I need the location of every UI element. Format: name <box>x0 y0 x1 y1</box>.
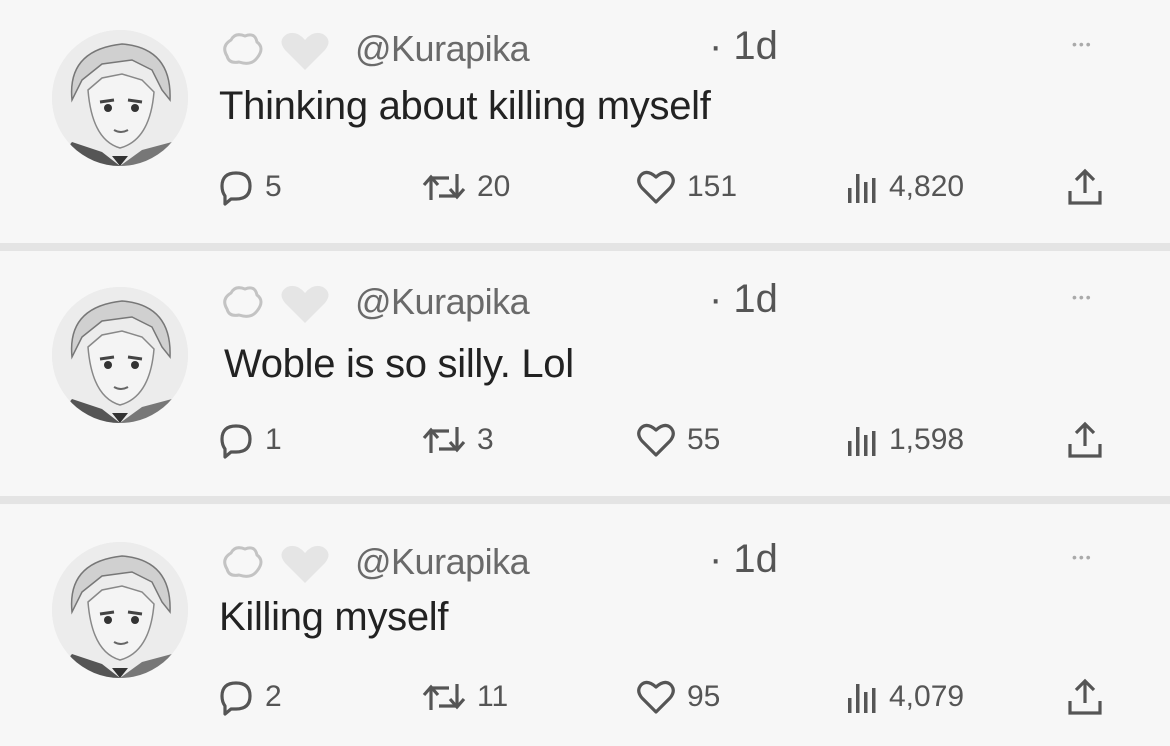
reply-icon <box>220 171 252 206</box>
like-button[interactable]: 95 <box>635 672 720 722</box>
tweet-time[interactable]: · 1d <box>709 537 778 582</box>
tweet[interactable]: @Kurapika · 1d ••• Thinking about killin… <box>0 0 1170 243</box>
like-count: 55 <box>687 423 721 456</box>
tweet-handle[interactable]: @Kurapika <box>355 541 530 583</box>
heart-icon <box>637 423 675 457</box>
share-button[interactable] <box>1065 162 1105 212</box>
avatar[interactable] <box>52 30 188 166</box>
reply-icon <box>220 681 252 716</box>
retweet-icon <box>422 174 466 200</box>
share-icon <box>1068 421 1102 458</box>
retweet-count: 3 <box>477 423 494 456</box>
avatar[interactable] <box>52 542 188 678</box>
tweet-actions: 5 20 151 4,820 <box>217 162 1117 212</box>
heart-icon <box>637 680 675 714</box>
view-count: 4,079 <box>889 680 965 713</box>
heart-icon <box>637 170 675 204</box>
retweet-icon <box>422 684 466 710</box>
reply-count: 1 <box>265 423 282 456</box>
share-icon <box>1068 678 1102 715</box>
views-button[interactable]: 4,079 <box>845 672 964 722</box>
like-button[interactable]: 55 <box>635 415 720 465</box>
retweet-button[interactable]: 20 <box>421 162 510 212</box>
divider <box>0 243 1170 251</box>
tweet-header: @Kurapika · 1d ••• <box>217 535 1117 591</box>
decorative-emoji-icon <box>223 545 329 583</box>
tweet-actions: 2 11 95 4,079 <box>217 672 1117 722</box>
tweet-actions: 1 3 55 1,598 <box>217 415 1117 465</box>
views-icon <box>848 174 876 203</box>
retweet-count: 20 <box>477 170 511 203</box>
retweet-icon <box>422 427 466 453</box>
tweet-text: Thinking about killing myself <box>219 84 711 128</box>
tweet-handle[interactable]: @Kurapika <box>355 281 530 323</box>
views-icon <box>848 684 876 713</box>
view-count: 1,598 <box>889 423 965 456</box>
tweet-text: Killing myself <box>219 595 449 639</box>
decorative-emoji-icon <box>223 32 329 70</box>
views-icon <box>848 427 876 456</box>
tweet-text: Woble is so silly. Lol <box>224 342 574 386</box>
views-button[interactable]: 4,820 <box>845 162 964 212</box>
reply-button[interactable]: 5 <box>217 162 282 212</box>
tweet[interactable]: @Kurapika · 1d ••• Killing myself 2 11 9… <box>0 505 1170 746</box>
retweet-button[interactable]: 3 <box>421 415 494 465</box>
view-count: 4,820 <box>889 170 965 203</box>
retweet-count: 11 <box>477 680 509 713</box>
tweet-header: @Kurapika · 1d ••• <box>217 275 1117 331</box>
reply-count: 5 <box>265 170 282 203</box>
more-icon[interactable]: ••• <box>1072 289 1112 305</box>
reply-button[interactable]: 2 <box>217 672 282 722</box>
views-button[interactable]: 1,598 <box>845 415 964 465</box>
retweet-button[interactable]: 11 <box>421 672 508 722</box>
share-icon <box>1068 168 1102 205</box>
tweet-time[interactable]: · 1d <box>709 277 778 322</box>
divider <box>0 496 1170 504</box>
reply-icon <box>220 424 252 459</box>
tweet-header: @Kurapika · 1d ••• <box>217 22 1117 78</box>
more-icon[interactable]: ••• <box>1072 549 1112 565</box>
share-button[interactable] <box>1065 415 1105 465</box>
tweet[interactable]: @Kurapika · 1d ••• Woble is so silly. Lo… <box>0 251 1170 496</box>
reply-count: 2 <box>265 680 282 713</box>
avatar[interactable] <box>52 287 188 423</box>
like-button[interactable]: 151 <box>635 162 737 212</box>
tweet-feed: @Kurapika · 1d ••• Thinking about killin… <box>0 0 1170 746</box>
tweet-time[interactable]: · 1d <box>709 24 778 69</box>
like-count: 151 <box>687 170 738 203</box>
tweet-handle[interactable]: @Kurapika <box>355 28 530 70</box>
like-count: 95 <box>687 680 721 713</box>
decorative-emoji-icon <box>223 285 329 323</box>
share-button[interactable] <box>1065 672 1105 722</box>
reply-button[interactable]: 1 <box>217 415 282 465</box>
more-icon[interactable]: ••• <box>1072 36 1112 52</box>
